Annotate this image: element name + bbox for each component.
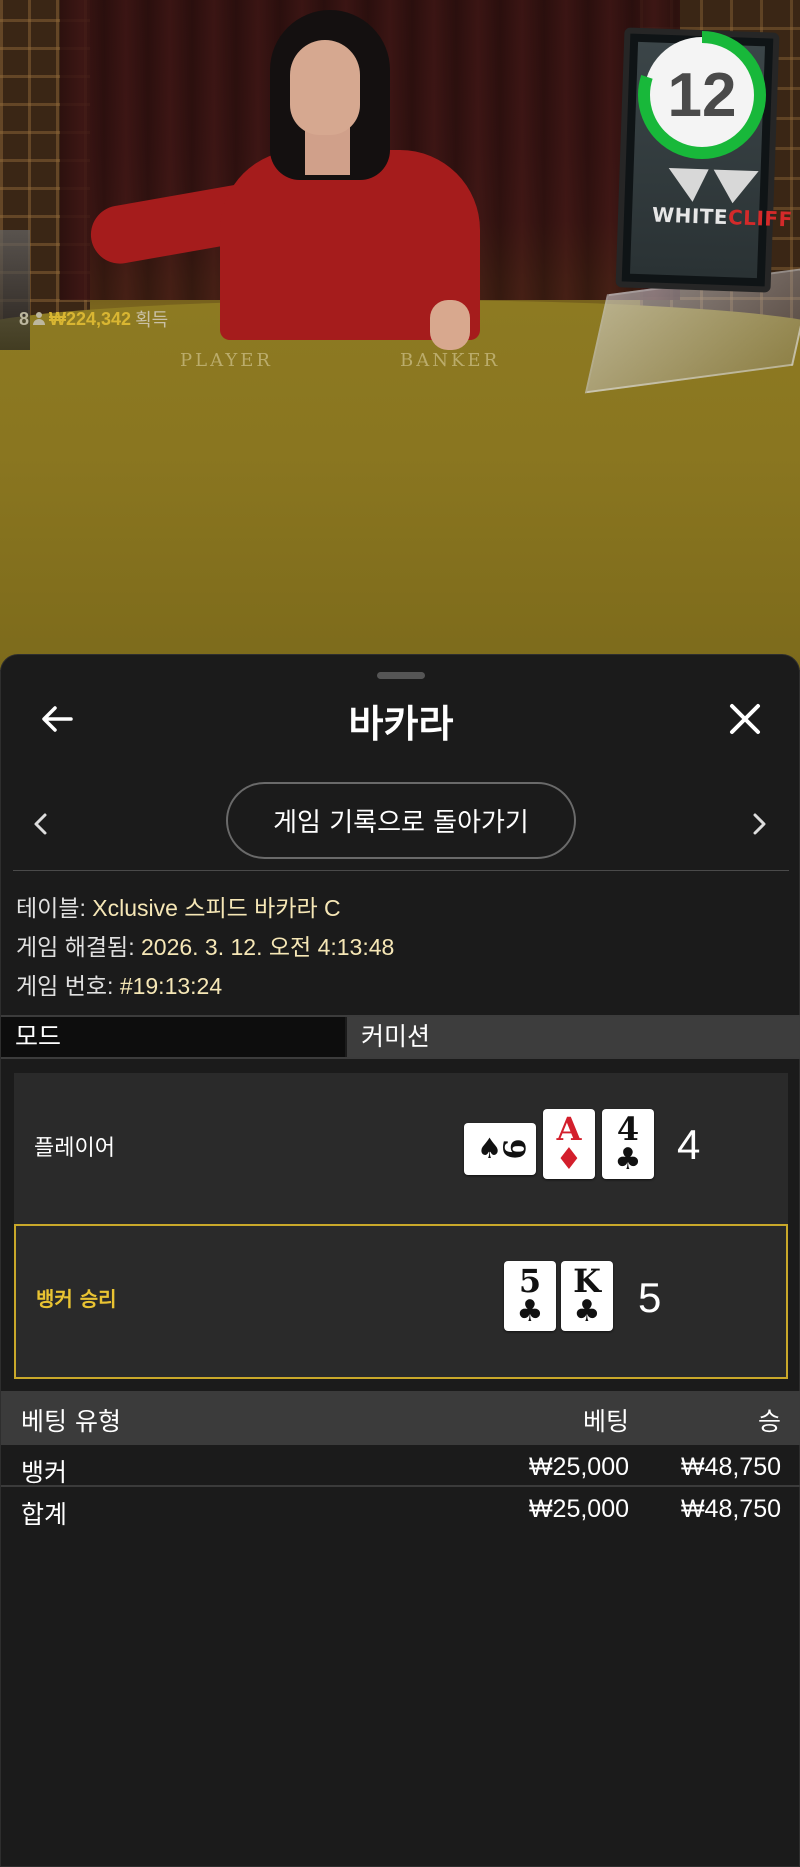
win-amount-cell: ₩48,750 (680, 1453, 781, 1481)
winnings-amount: ₩224,342 (49, 308, 132, 329)
next-round-button[interactable] (747, 809, 771, 839)
mode-label: 모드 (1, 1017, 345, 1057)
drag-handle[interactable] (377, 672, 425, 679)
winnings-ticker: 8 ₩224,342 획득 (19, 306, 168, 332)
chip-stack (0, 230, 30, 350)
info-game-number-value: #19:13:24 (119, 973, 223, 999)
history-detail-panel: 바카라 게임 기록으로 돌아가기 테이블: Xclusive 스피드 바카라 C… (0, 654, 800, 1867)
person-icon (33, 312, 46, 326)
dealer (86, 10, 530, 350)
header-win: 승 (757, 1407, 781, 1436)
chevron-left-icon (34, 813, 47, 835)
total-label: 합계 (21, 1500, 68, 1529)
divider (13, 870, 789, 871)
banker-hand-label: 뱅커 승리 (36, 1287, 117, 1311)
player-card-1: ♠ 9 (464, 1123, 536, 1175)
chevron-right-icon (753, 813, 766, 835)
felt-label-banker: BANKER (400, 350, 501, 371)
info-table-value: Xclusive 스피드 바카라 C (92, 895, 341, 921)
close-button[interactable] (725, 699, 765, 739)
mode-value: 커미션 (347, 1017, 800, 1057)
player-hand-label: 플레이어 (34, 1136, 115, 1161)
return-to-history-button[interactable]: 게임 기록으로 돌아가기 (226, 782, 576, 859)
mode-row: 모드 커미션 (1, 1015, 800, 1059)
live-video: PLAYER BANKER WHITECLIFF 12 8 ₩224,342 획… (0, 0, 800, 670)
player-score: 4 (677, 1121, 701, 1168)
header-bet: 베팅 (582, 1407, 629, 1436)
winnings-suffix: 획득 (135, 310, 169, 330)
brand-logo-icon (668, 167, 759, 204)
player-card-2: A ♦ (543, 1109, 595, 1179)
page-title: 바카라 (348, 702, 454, 746)
player-card-3: 4 ♣ (602, 1109, 654, 1179)
info-resolved: 게임 해결됨: 2026. 3. 12. 오전 4:13:48 (16, 928, 394, 962)
bets-table-header: 베팅 유형 베팅 승 (1, 1391, 800, 1445)
info-game-number: 게임 번호: #19:13:24 (16, 967, 222, 1001)
bet-type-cell: 뱅커 (21, 1458, 68, 1487)
timer-value: 12 (667, 60, 737, 130)
countdown-timer: 12 (637, 30, 767, 160)
banker-card-1: 5 ♣ (504, 1261, 556, 1331)
banker-hand-row: 뱅커 승리 5 ♣ K ♣ 5 (14, 1224, 788, 1379)
banker-card-2: K ♣ (561, 1261, 613, 1331)
bet-amount-cell: ₩25,000 (528, 1453, 629, 1481)
info-game-number-label: 게임 번호: (16, 973, 114, 999)
info-table-label: 테이블: (16, 895, 86, 921)
info-resolved-label: 게임 해결됨: (16, 934, 135, 960)
brand-logo: WHITECLIFF (651, 202, 794, 232)
info-table: 테이블: Xclusive 스피드 바카라 C (16, 889, 341, 923)
total-win: ₩48,750 (680, 1495, 781, 1523)
total-bet: ₩25,000 (528, 1495, 629, 1523)
player-hand-row: 플레이어 ♠ 9 A ♦ 4 ♣ 4 (14, 1073, 788, 1228)
banker-score: 5 (638, 1274, 662, 1321)
felt-label-player: PLAYER (180, 350, 273, 371)
total-row: 합계 ₩25,000 ₩48,750 (1, 1489, 800, 1529)
info-resolved-value: 2026. 3. 12. 오전 4:13:48 (140, 934, 395, 960)
previous-round-button[interactable] (29, 809, 53, 839)
table-row: 뱅커 ₩25,000 ₩48,750 (1, 1447, 800, 1487)
winner-count: 8 (19, 308, 30, 329)
header-bet-type: 베팅 유형 (21, 1407, 121, 1436)
close-icon (730, 704, 760, 734)
